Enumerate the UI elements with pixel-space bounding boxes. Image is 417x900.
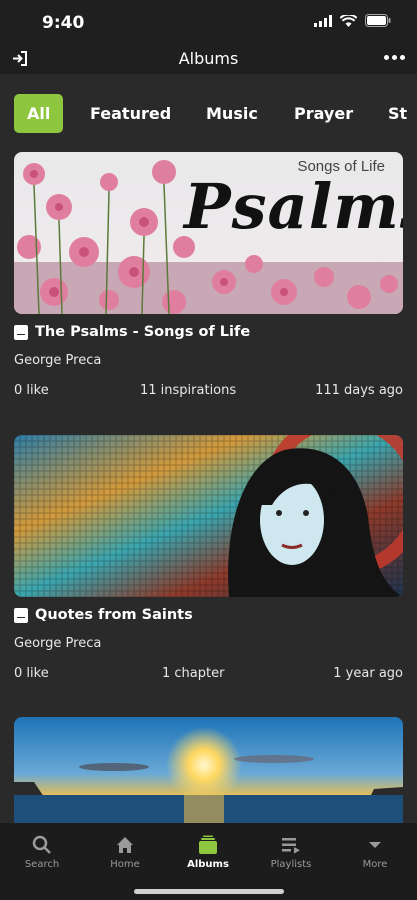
tab-music[interactable]: Music [206, 94, 258, 133]
album-age: 111 days ago [315, 383, 403, 398]
wifi-icon [340, 14, 357, 27]
nav-playlists-label: Playlists [270, 859, 312, 870]
more-icon [369, 842, 381, 848]
album-age: 1 year ago [333, 666, 403, 681]
status-bar: 9:40 [0, 0, 417, 44]
tab-prayer[interactable]: Prayer [294, 94, 353, 133]
nav-search[interactable]: Search [7, 835, 77, 870]
album-cover-sunset[interactable] [14, 717, 403, 823]
nav-playlists[interactable]: Playlists [256, 835, 326, 870]
album-title-row[interactable]: The Psalms - Songs of Life [14, 324, 250, 340]
tab-st[interactable]: St [388, 94, 407, 133]
top-app-bar: Albums [0, 44, 417, 74]
nav-search-label: Search [24, 859, 60, 870]
album-author: George Preca [14, 353, 102, 368]
album-cover-saints[interactable] [14, 435, 403, 597]
album-cover-psalms[interactable]: Songs of Life Psalms [14, 152, 403, 314]
album-count: 1 chapter [162, 666, 225, 681]
category-tabs: All Featured Music Prayer St [0, 74, 417, 150]
album-title: The Psalms - Songs of Life [35, 324, 251, 340]
album-title: Quotes from Saints [35, 607, 193, 623]
album-author: George Preca [14, 636, 102, 651]
album-card[interactable]: Songs of Life Psalms The Psalms - Songs … [14, 152, 403, 402]
home-indicator [134, 889, 284, 894]
album-title-row[interactable]: Quotes from Saints [14, 607, 193, 623]
nav-home[interactable]: Home [90, 835, 160, 870]
status-icons [314, 14, 391, 27]
nav-home-label: Home [110, 859, 140, 870]
album-cover-headline: Psalms [184, 170, 403, 243]
nav-albums[interactable]: Albums [173, 835, 243, 870]
album-card[interactable] [14, 717, 403, 823]
status-time: 9:40 [42, 13, 85, 33]
nav-more-label: More [362, 859, 388, 870]
albums-icon [199, 835, 217, 854]
more-options-icon[interactable] [384, 55, 405, 60]
tab-featured[interactable]: Featured [90, 94, 171, 133]
album-count: 11 inspirations [140, 383, 237, 398]
home-icon [117, 837, 133, 853]
page-title: Albums [178, 49, 239, 68]
book-icon [14, 324, 28, 340]
nav-albums-label: Albums [187, 859, 229, 870]
nav-more[interactable]: More [340, 835, 410, 870]
search-icon [32, 835, 51, 854]
album-likes: 0 like [14, 666, 49, 681]
battery-icon [365, 14, 391, 27]
tab-all[interactable]: All [14, 94, 64, 133]
book-icon [14, 607, 28, 623]
album-card[interactable]: Quotes from Saints George Preca 0 like 1… [14, 435, 403, 685]
album-likes: 0 like [14, 383, 49, 398]
playlists-icon [282, 838, 300, 854]
signal-icon [314, 14, 332, 27]
